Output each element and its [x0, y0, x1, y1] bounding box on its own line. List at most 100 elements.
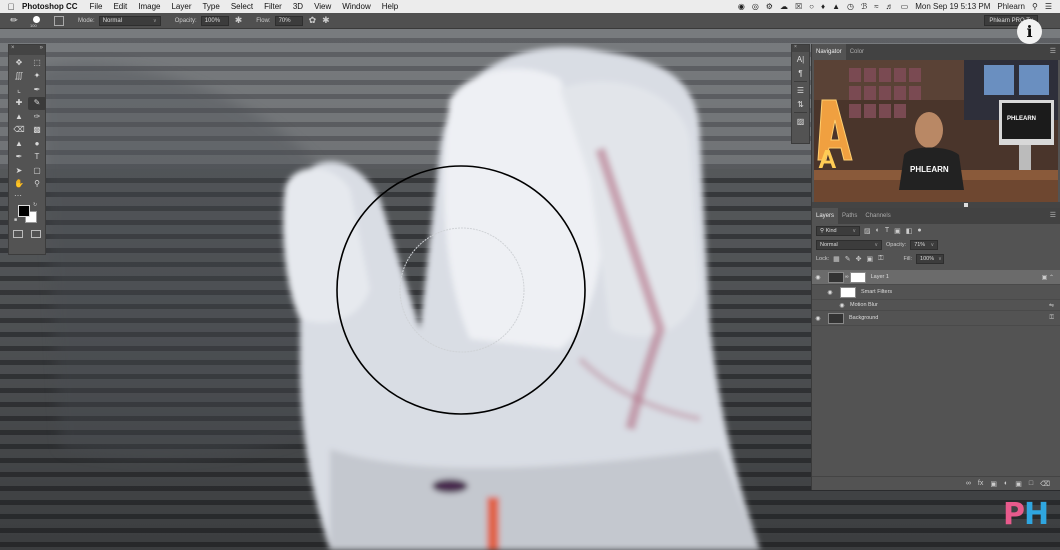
navigator-thumbnail[interactable]: A PHLEARN PHLEARN: [814, 60, 1058, 202]
mode-dropdown[interactable]: Normal ∨: [98, 15, 161, 26]
apple-icon[interactable]: : [0, 2, 22, 12]
swap-colors-icon[interactable]: ↻: [33, 202, 37, 208]
panel-menu-icon[interactable]: ☰: [1050, 47, 1056, 55]
layer-fill-field[interactable]: 100% ∨: [916, 254, 945, 264]
brush-preset-picker[interactable]: 100: [28, 15, 48, 28]
tab-navigator[interactable]: Navigator: [812, 44, 846, 60]
menu-layer[interactable]: Layer: [171, 2, 191, 11]
layer-opacity-field[interactable]: 71% ∨: [910, 240, 939, 250]
cloud-icon[interactable]: ☁: [780, 2, 788, 11]
record-icon[interactable]: ◉: [738, 2, 745, 11]
close-icon[interactable]: ×: [794, 44, 797, 50]
pixel-filter-icon[interactable]: ▨: [864, 227, 871, 235]
menu-select[interactable]: Select: [231, 2, 253, 11]
menu-help[interactable]: Help: [382, 2, 398, 11]
info-icon[interactable]: i: [1017, 19, 1042, 44]
menu-3d[interactable]: 3D: [293, 2, 303, 11]
brush-panel-icon[interactable]: [54, 15, 64, 26]
sync-icon[interactable]: ◎: [752, 2, 759, 11]
layer-row-background[interactable]: ◉ Background ⚿: [812, 311, 1060, 326]
quick-mask-icon[interactable]: [13, 230, 23, 238]
menu-filter[interactable]: Filter: [264, 2, 282, 11]
menu-file[interactable]: File: [90, 2, 103, 11]
upload-icon[interactable]: ▲: [832, 2, 840, 11]
adjustment-filter-icon[interactable]: ◐: [876, 227, 880, 235]
circle-icon[interactable]: ○: [809, 2, 814, 11]
volume-icon[interactable]: ♬: [886, 2, 894, 11]
eraser-tool-icon[interactable]: ⌫: [10, 124, 28, 138]
shape-tool-icon[interactable]: ▢: [28, 164, 46, 178]
tab-color[interactable]: Color: [846, 44, 868, 60]
smart-filters-mask[interactable]: [840, 286, 856, 298]
pressure-opacity-icon[interactable]: ✱: [235, 15, 243, 26]
smart-filter-mask-thumbnail[interactable]: [849, 271, 866, 283]
smart-object-filter-icon[interactable]: ◧: [906, 227, 913, 235]
lasso-tool-icon[interactable]: ∭: [10, 70, 28, 84]
healing-brush-tool-icon[interactable]: ✚: [10, 97, 28, 111]
foreground-color-swatch[interactable]: [18, 205, 30, 217]
link-layers-icon[interactable]: ∞: [966, 480, 971, 487]
dropbox-icon[interactable]: ♦: [821, 2, 825, 11]
flow-field[interactable]: 70%: [274, 15, 303, 26]
collapse-icon[interactable]: »: [40, 45, 43, 51]
notification-icon[interactable]: ☰: [1045, 2, 1052, 11]
move-tool-icon[interactable]: ✥: [10, 56, 28, 70]
type-filter-icon[interactable]: T: [885, 227, 889, 235]
close-icon[interactable]: ×: [11, 45, 15, 51]
dodge-tool-icon[interactable]: ●: [28, 137, 46, 151]
artboard-icon[interactable]: ▣: [867, 255, 874, 263]
history-brush-tool-icon[interactable]: ✑: [28, 110, 46, 124]
adjustments-panel-icon[interactable]: ⇅: [792, 97, 809, 111]
menu-edit[interactable]: Edit: [113, 2, 127, 11]
user-name[interactable]: Phlearn: [997, 2, 1025, 11]
eye-icon[interactable]: ◉: [812, 274, 824, 281]
more-tools-icon[interactable]: ⋯: [9, 191, 45, 201]
dock-header[interactable]: ×: [792, 44, 809, 52]
layer-row-smart-filters[interactable]: ◉ Smart Filters: [812, 285, 1060, 300]
tools-panel-header[interactable]: × »: [9, 45, 45, 55]
crop-tool-icon[interactable]: ⌞: [10, 83, 28, 97]
bluetooth-icon[interactable]: ℬ: [861, 2, 867, 11]
new-adjustment-layer-icon[interactable]: ◐: [1004, 480, 1008, 487]
close-box-icon[interactable]: ☒: [795, 2, 802, 11]
gradient-tool-icon[interactable]: ▩: [28, 124, 46, 138]
layer-style-icon[interactable]: fx: [978, 480, 983, 487]
hand-tool-icon[interactable]: ✋: [10, 178, 28, 192]
filter-toggle-icon[interactable]: ●: [917, 227, 921, 235]
chain-link-icon[interactable]: ∞: [845, 274, 849, 280]
menu-image[interactable]: Image: [138, 2, 160, 11]
eye-icon[interactable]: ◉: [812, 315, 824, 322]
kind-filter-dropdown[interactable]: ⚲ Kind ∨: [816, 226, 860, 236]
menu-view[interactable]: View: [314, 2, 331, 11]
pressure-size-icon[interactable]: ✱: [322, 15, 330, 26]
magic-wand-tool-icon[interactable]: ✦: [28, 70, 46, 84]
zoom-slider-handle[interactable]: [964, 203, 968, 207]
new-group-icon[interactable]: ▣: [1015, 480, 1022, 488]
new-layer-icon[interactable]: □: [1029, 480, 1033, 487]
lock-all-icon[interactable]: ⚿: [878, 255, 883, 263]
airbrush-icon[interactable]: ✿: [309, 15, 317, 26]
type-tool-icon[interactable]: T: [28, 151, 46, 165]
character-panel-icon[interactable]: A|: [792, 52, 809, 66]
menu-type[interactable]: Type: [202, 2, 219, 11]
gear-icon[interactable]: ⚙: [766, 2, 773, 11]
tab-channels[interactable]: Channels: [861, 208, 894, 224]
screen-mode-icon[interactable]: [31, 230, 41, 238]
lock-transparent-icon[interactable]: ▦: [833, 255, 840, 263]
trash-icon[interactable]: ⌫: [1040, 480, 1050, 488]
battery-icon[interactable]: ▭: [901, 2, 909, 11]
marquee-tool-icon[interactable]: ⬚: [28, 56, 46, 70]
clone-stamp-tool-icon[interactable]: ▲: [10, 110, 28, 124]
blur-tool-icon[interactable]: ▲: [10, 137, 28, 151]
menu-app-name[interactable]: Photoshop CC: [22, 2, 78, 11]
opacity-field[interactable]: 100%: [200, 15, 229, 26]
brush-tool-icon[interactable]: ✏: [6, 15, 22, 27]
clock-text[interactable]: Mon Sep 19 5:13 PM: [915, 2, 990, 11]
spotlight-icon[interactable]: ⚲: [1032, 2, 1038, 11]
layer-row-layer-1[interactable]: ◉ ∞ Layer 1 ▣ ⌃: [812, 270, 1060, 285]
pen-tool-icon[interactable]: ✒: [10, 151, 28, 165]
layer-row-motion-blur[interactable]: ◉ Motion Blur ⇋: [812, 300, 1060, 311]
default-colors-icon[interactable]: ■: [14, 217, 17, 223]
lock-position-icon[interactable]: ✥: [856, 255, 862, 263]
blend-mode-dropdown[interactable]: Normal ∨: [816, 240, 882, 250]
